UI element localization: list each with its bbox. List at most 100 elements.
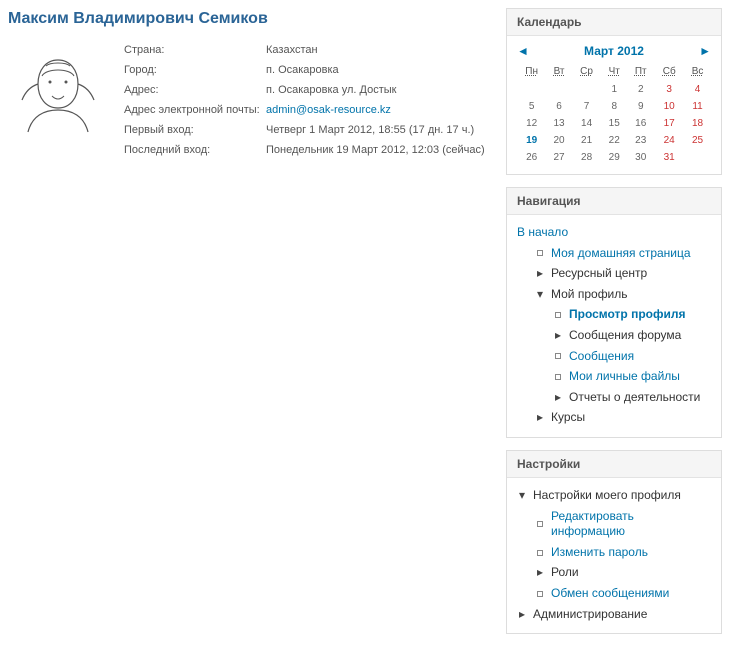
chevron-right-icon[interactable]: ▸	[535, 565, 545, 581]
nav-courses[interactable]: Курсы	[551, 410, 585, 426]
calendar-cell[interactable]: 20	[546, 132, 572, 149]
page-title: Максим Владимирович Семиков	[8, 10, 498, 28]
calendar-day[interactable]: 27	[546, 152, 572, 163]
calendar-cell[interactable]: 19	[517, 132, 546, 149]
nav-view-profile[interactable]: Просмотр профиля	[569, 307, 686, 323]
calendar-day[interactable]: 14	[572, 118, 601, 129]
calendar-day[interactable]: 9	[627, 101, 654, 112]
calendar-cell[interactable]: 27	[546, 149, 572, 166]
calendar-day[interactable]: 2	[627, 84, 654, 95]
nav-my-files[interactable]: Мои личные файлы	[569, 369, 680, 385]
field-label: Адрес электронной почты:	[124, 102, 266, 122]
calendar-day[interactable]: 19	[517, 135, 546, 146]
calendar-cell[interactable]: 13	[546, 115, 572, 132]
calendar-day[interactable]: 16	[627, 118, 654, 129]
chevron-right-icon[interactable]: ▸	[535, 410, 545, 426]
calendar-day[interactable]: 28	[572, 152, 601, 163]
nav-myhome[interactable]: Моя домашняя страница	[551, 246, 691, 262]
calendar-cell[interactable]: 26	[517, 149, 546, 166]
calendar-day[interactable]: 29	[601, 152, 627, 163]
nav-forum-posts[interactable]: Сообщения форума	[569, 328, 681, 344]
settings-administration[interactable]: Администрирование	[533, 607, 647, 623]
settings-my-profile[interactable]: Настройки моего профиля	[533, 488, 681, 504]
calendar-day[interactable]: 31	[654, 152, 684, 163]
profile-info-table: Страна: Казахстан Город: п. Осакаровка А…	[124, 42, 489, 162]
nav-my-profile[interactable]: Мой профиль	[551, 287, 628, 303]
calendar-cell[interactable]: 31	[654, 149, 684, 166]
calendar-cell	[572, 81, 601, 98]
settings-messaging[interactable]: Обмен сообщениями	[551, 586, 669, 602]
calendar-cell[interactable]: 14	[572, 115, 601, 132]
calendar-cell[interactable]: 15	[601, 115, 627, 132]
calendar-dow: Вс	[684, 64, 711, 81]
table-row: Страна: Казахстан	[124, 42, 489, 62]
calendar-cell[interactable]: 9	[627, 98, 654, 115]
calendar-cell[interactable]: 8	[601, 98, 627, 115]
calendar-cell[interactable]: 21	[572, 132, 601, 149]
settings-roles[interactable]: Роли	[551, 565, 579, 581]
calendar-prev-icon[interactable]: ◄	[517, 44, 529, 58]
settings-edit-info[interactable]: Редактировать информацию	[551, 509, 711, 540]
bullet-icon	[535, 591, 545, 597]
chevron-right-icon[interactable]: ▸	[553, 328, 563, 344]
chevron-down-icon[interactable]: ▾	[517, 488, 527, 504]
nav-messages[interactable]: Сообщения	[569, 349, 634, 365]
calendar-day[interactable]: 4	[684, 84, 711, 95]
calendar-day[interactable]: 8	[601, 101, 627, 112]
calendar-cell[interactable]: 1	[601, 81, 627, 98]
nav-resource-center[interactable]: Ресурсный центр	[551, 266, 647, 282]
calendar-cell[interactable]: 23	[627, 132, 654, 149]
settings-change-password[interactable]: Изменить пароль	[551, 545, 648, 561]
chevron-right-icon[interactable]: ▸	[553, 390, 563, 406]
calendar-day[interactable]: 18	[684, 118, 711, 129]
calendar-day[interactable]: 1	[601, 84, 627, 95]
calendar-day[interactable]: 12	[517, 118, 546, 129]
calendar-cell[interactable]: 18	[684, 115, 711, 132]
calendar-cell[interactable]: 3	[654, 81, 684, 98]
calendar-month[interactable]: Март 2012	[529, 44, 699, 58]
calendar-day[interactable]: 26	[517, 152, 546, 163]
calendar-cell[interactable]: 16	[627, 115, 654, 132]
calendar-day[interactable]: 21	[572, 135, 601, 146]
calendar-next-icon[interactable]: ►	[699, 44, 711, 58]
calendar-cell[interactable]: 4	[684, 81, 711, 98]
chevron-right-icon[interactable]: ▸	[535, 266, 545, 282]
chevron-down-icon[interactable]: ▾	[535, 287, 545, 303]
calendar-day[interactable]: 5	[517, 101, 546, 112]
calendar-cell[interactable]: 24	[654, 132, 684, 149]
calendar-day[interactable]: 30	[627, 152, 654, 163]
calendar-cell[interactable]: 11	[684, 98, 711, 115]
calendar-cell[interactable]: 17	[654, 115, 684, 132]
calendar-cell[interactable]: 25	[684, 132, 711, 149]
calendar-cell[interactable]: 28	[572, 149, 601, 166]
calendar-cell[interactable]: 22	[601, 132, 627, 149]
calendar-cell[interactable]: 10	[654, 98, 684, 115]
calendar-day[interactable]: 6	[546, 101, 572, 112]
calendar-cell[interactable]: 7	[572, 98, 601, 115]
calendar-cell[interactable]: 5	[517, 98, 546, 115]
calendar-day[interactable]: 22	[601, 135, 627, 146]
calendar-day[interactable]: 11	[684, 101, 711, 112]
email-link[interactable]: admin@osak-resource.kz	[266, 104, 391, 116]
nav-home[interactable]: В начало	[517, 225, 568, 241]
calendar-cell[interactable]: 6	[546, 98, 572, 115]
calendar-day[interactable]: 13	[546, 118, 572, 129]
calendar-day[interactable]: 24	[654, 135, 684, 146]
calendar-day[interactable]: 17	[654, 118, 684, 129]
calendar-day[interactable]: 23	[627, 135, 654, 146]
bullet-icon	[535, 250, 545, 256]
calendar-cell[interactable]: 12	[517, 115, 546, 132]
calendar-day[interactable]: 15	[601, 118, 627, 129]
calendar-cell[interactable]: 2	[627, 81, 654, 98]
calendar-day[interactable]: 20	[546, 135, 572, 146]
calendar-day[interactable]: 7	[572, 101, 601, 112]
calendar-cell[interactable]: 29	[601, 149, 627, 166]
field-value: п. Осакаровка ул. Достык	[266, 82, 489, 102]
nav-activity-reports[interactable]: Отчеты о деятельности	[569, 390, 700, 406]
calendar-day[interactable]: 10	[654, 101, 684, 112]
chevron-right-icon[interactable]: ▸	[517, 607, 527, 623]
calendar-cell[interactable]: 30	[627, 149, 654, 166]
calendar-day[interactable]: 25	[684, 135, 711, 146]
field-label: Адрес:	[124, 82, 266, 102]
calendar-day[interactable]: 3	[654, 84, 684, 95]
